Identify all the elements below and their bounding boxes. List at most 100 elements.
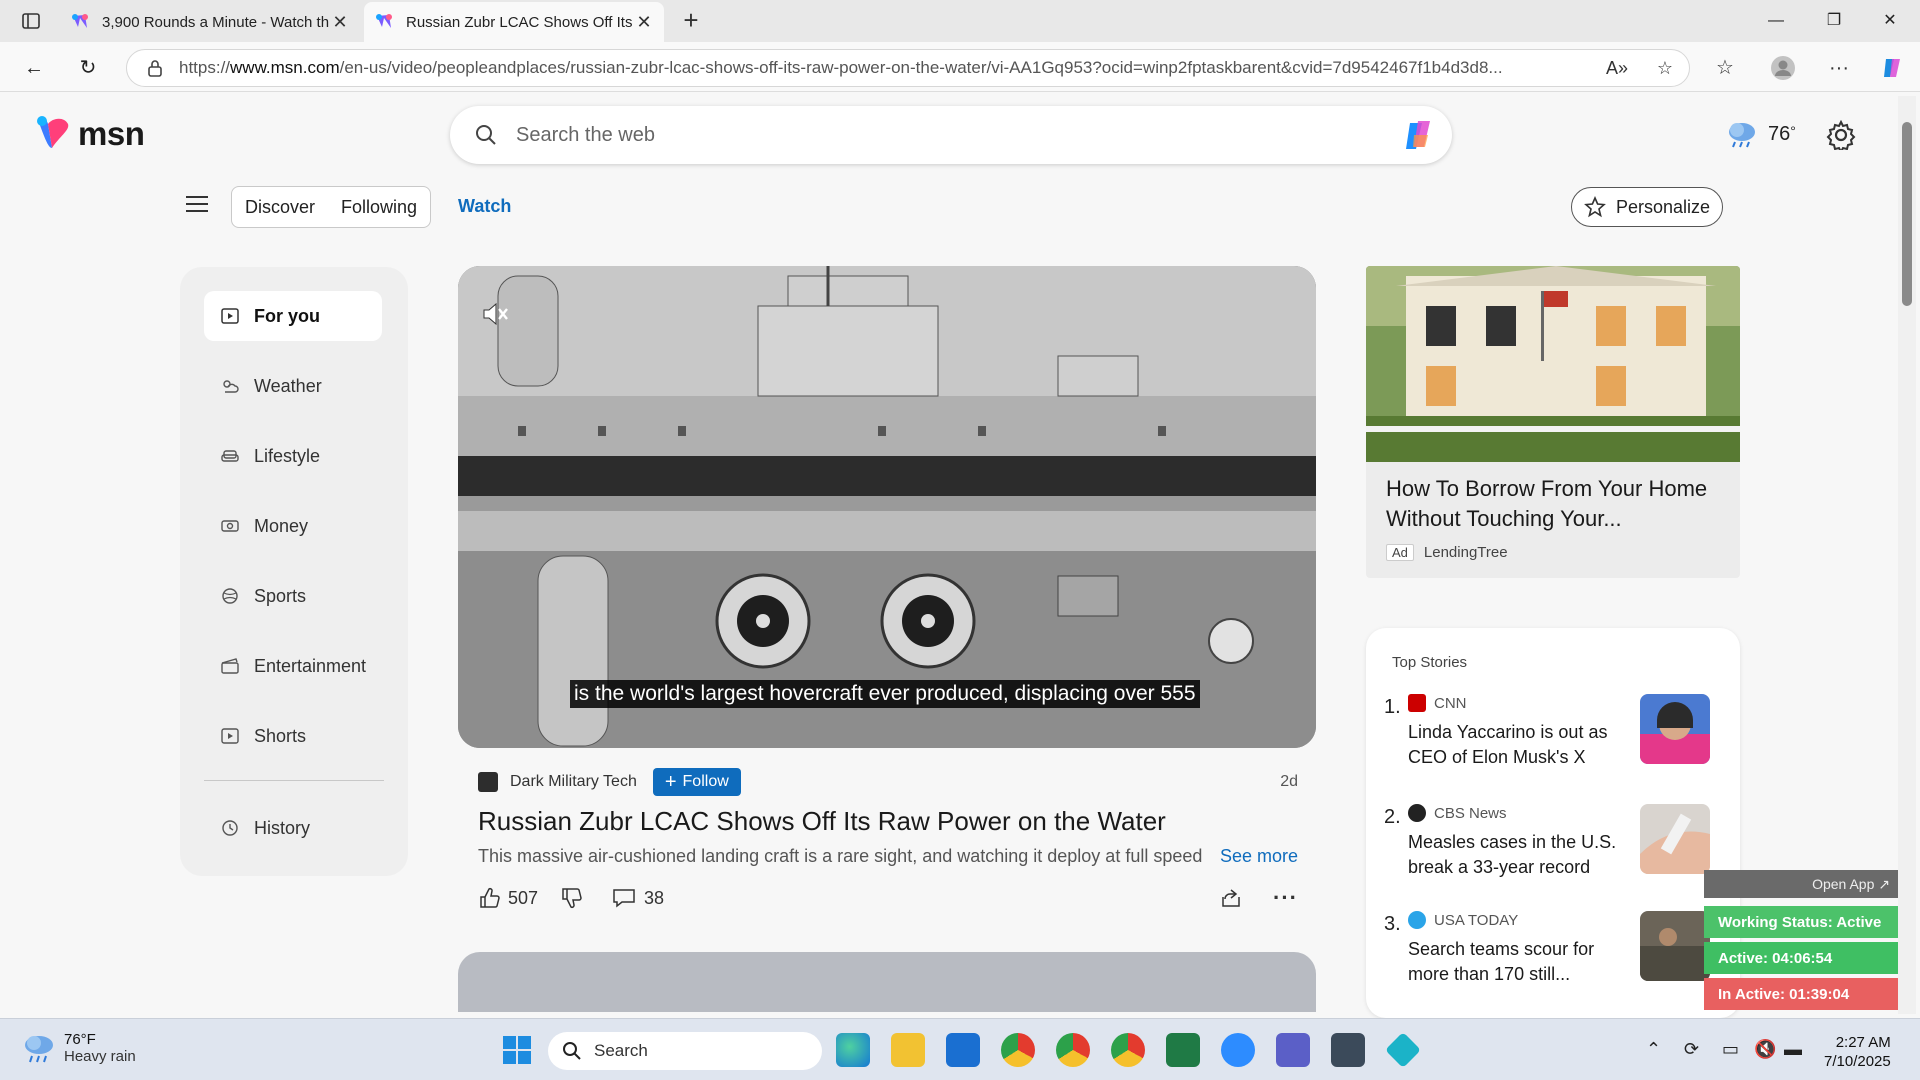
dislike-button[interactable]	[560, 887, 590, 909]
taskbar-weather[interactable]: 76°F Heavy rain	[22, 1031, 136, 1065]
tab-watch[interactable]: Watch	[458, 196, 511, 217]
tab-title: Russian Zubr LCAC Shows Off Its R	[406, 13, 634, 31]
chrome-profile-icon[interactable]	[1056, 1033, 1090, 1067]
web-search-box[interactable]: Search the web	[450, 106, 1452, 164]
sidebar-item-label: Sports	[254, 585, 307, 606]
copilot-icon[interactable]	[1876, 51, 1910, 85]
msn-favicon-icon	[72, 14, 88, 28]
sync-icon[interactable]: ⟳	[1684, 1039, 1699, 1060]
settings-gear-icon[interactable]	[1826, 120, 1856, 150]
taskbar-search[interactable]: Search	[548, 1032, 822, 1070]
sidebar-item-money[interactable]: Money	[204, 501, 382, 551]
url-field[interactable]: https://www.msn.com/en-us/video/peoplean…	[126, 49, 1690, 87]
outlook-icon[interactable]	[946, 1033, 980, 1067]
scrollbar-thumb[interactable]	[1902, 122, 1912, 306]
sidebar-item-sports[interactable]: Sports	[204, 571, 382, 621]
play-icon	[220, 726, 240, 746]
lock-icon	[148, 60, 162, 77]
personalize-button[interactable]: Personalize	[1571, 187, 1723, 227]
follow-button[interactable]: + Follow	[652, 768, 741, 796]
header-weather[interactable]: 76°	[1726, 120, 1796, 148]
edge-browser-icon[interactable]	[836, 1033, 870, 1067]
tab-close-icon[interactable]: ✕	[634, 12, 654, 33]
browser-tab-2[interactable]: Russian Zubr LCAC Shows Off Its R ✕	[364, 2, 664, 42]
network-icon[interactable]: ▭	[1722, 1039, 1739, 1060]
ad-footer: Ad LendingTree	[1386, 544, 1508, 561]
more-options-icon[interactable]: ···	[1273, 885, 1298, 911]
open-app-button[interactable]: Open App ↗	[1704, 870, 1900, 898]
minimize-button[interactable]: —	[1748, 0, 1804, 42]
story-item[interactable]: 1. CNN Linda Yaccarino is out as CEO of …	[1384, 686, 1724, 767]
tab-following[interactable]: Following	[328, 197, 430, 218]
sidebar-item-for-you[interactable]: For you	[204, 291, 382, 341]
favorites-icon[interactable]: ☆	[1708, 51, 1742, 85]
sidebar-item-shorts[interactable]: Shorts	[204, 711, 382, 761]
read-aloud-icon[interactable]: A»	[1593, 58, 1641, 79]
msn-logo[interactable]: msn	[34, 114, 145, 154]
chrome-profile-icon[interactable]	[1111, 1033, 1145, 1067]
new-tab-button[interactable]: +	[676, 6, 706, 36]
next-video-card[interactable]	[458, 952, 1316, 1012]
windows-start-icon[interactable]	[502, 1035, 532, 1070]
top-stories-card: Top Stories 1. CNN Linda Yaccarino is ou…	[1366, 628, 1740, 1018]
battery-icon[interactable]: ▬	[1784, 1039, 1802, 1060]
app-diamond-icon[interactable]	[1384, 1031, 1422, 1069]
source-logo[interactable]	[478, 772, 498, 792]
working-status-badge: Working Status: Active	[1704, 906, 1900, 938]
calculator-icon[interactable]	[1331, 1033, 1365, 1067]
maximize-button[interactable]: ❐	[1806, 0, 1862, 42]
favorite-star-icon[interactable]: ☆	[1641, 58, 1689, 79]
ad-card[interactable]: How To Borrow From Your Home Without Tou…	[1366, 266, 1740, 578]
msn-favicon-icon	[376, 14, 392, 28]
excel-icon[interactable]	[1166, 1033, 1200, 1067]
back-button[interactable]: ←	[18, 52, 50, 84]
story-item[interactable]: 2. CBS News Measles cases in the U.S. br…	[1384, 796, 1724, 877]
tab-actions-icon[interactable]	[14, 9, 48, 33]
zoom-icon[interactable]	[1221, 1033, 1255, 1067]
story-thumbnail	[1640, 804, 1710, 874]
mute-icon[interactable]	[480, 300, 508, 328]
video-title[interactable]: Russian Zubr LCAC Shows Off Its Raw Powe…	[478, 806, 1166, 837]
comments-button[interactable]: 38	[612, 887, 664, 909]
file-explorer-icon[interactable]	[891, 1033, 925, 1067]
video-caption: is the world's largest hovercraft ever p…	[570, 680, 1200, 708]
copilot-icon[interactable]	[1400, 115, 1440, 155]
more-options-icon[interactable]: ···	[1822, 51, 1856, 85]
sidebar-item-lifestyle[interactable]: Lifestyle	[204, 431, 382, 481]
see-more-link[interactable]: See more	[1220, 846, 1298, 867]
share-icon[interactable]	[1219, 887, 1243, 909]
search-placeholder: Search the web	[516, 123, 655, 146]
feed-switcher: Discover Following	[231, 186, 431, 228]
teams-icon[interactable]	[1276, 1033, 1310, 1067]
sidebar-item-entertainment[interactable]: Entertainment	[204, 641, 382, 691]
speaker-muted-icon[interactable]: 🔇	[1754, 1039, 1776, 1060]
chrome-icon[interactable]	[1001, 1033, 1035, 1067]
header-temperature: 76°	[1768, 122, 1796, 145]
plus-icon: +	[664, 770, 677, 793]
ad-advertiser: LendingTree	[1423, 544, 1508, 561]
story-source: CNN	[1408, 694, 1467, 712]
story-item[interactable]: 3. USA TODAY Search teams scour for more…	[1384, 903, 1724, 984]
play-icon	[220, 306, 240, 326]
browser-tab-1[interactable]: 3,900 Rounds a Minute - Watch th ✕	[60, 2, 360, 42]
source-name[interactable]: Dark Military Tech	[510, 773, 637, 791]
sidebar-item-weather[interactable]: Weather	[204, 361, 382, 411]
show-hidden-icons-icon[interactable]: ⌃	[1646, 1039, 1661, 1060]
tab-close-icon[interactable]: ✕	[330, 12, 350, 33]
close-window-button[interactable]: ✕	[1862, 0, 1918, 42]
profile-avatar[interactable]	[1766, 51, 1800, 85]
video-player[interactable]: is the world's largest hovercraft ever p…	[458, 266, 1316, 748]
money-icon	[220, 516, 240, 536]
story-headline: Search teams scour for more than 170 sti…	[1408, 939, 1595, 984]
sidebar-item-history[interactable]: History	[204, 803, 382, 853]
refresh-button[interactable]: ↻	[72, 52, 104, 84]
hamburger-menu-icon[interactable]	[186, 196, 208, 214]
ad-tag: Ad	[1386, 544, 1414, 561]
taskbar-search-label: Search	[594, 1041, 648, 1060]
taskbar-clock[interactable]: 2:27 AM 7/10/2025	[1824, 1033, 1891, 1071]
story-source: CBS News	[1408, 804, 1507, 822]
cbs-logo-icon	[1408, 804, 1426, 822]
page-scrollbar[interactable]	[1898, 96, 1916, 1014]
like-button[interactable]: 507	[478, 887, 538, 909]
tab-discover[interactable]: Discover	[232, 197, 328, 218]
